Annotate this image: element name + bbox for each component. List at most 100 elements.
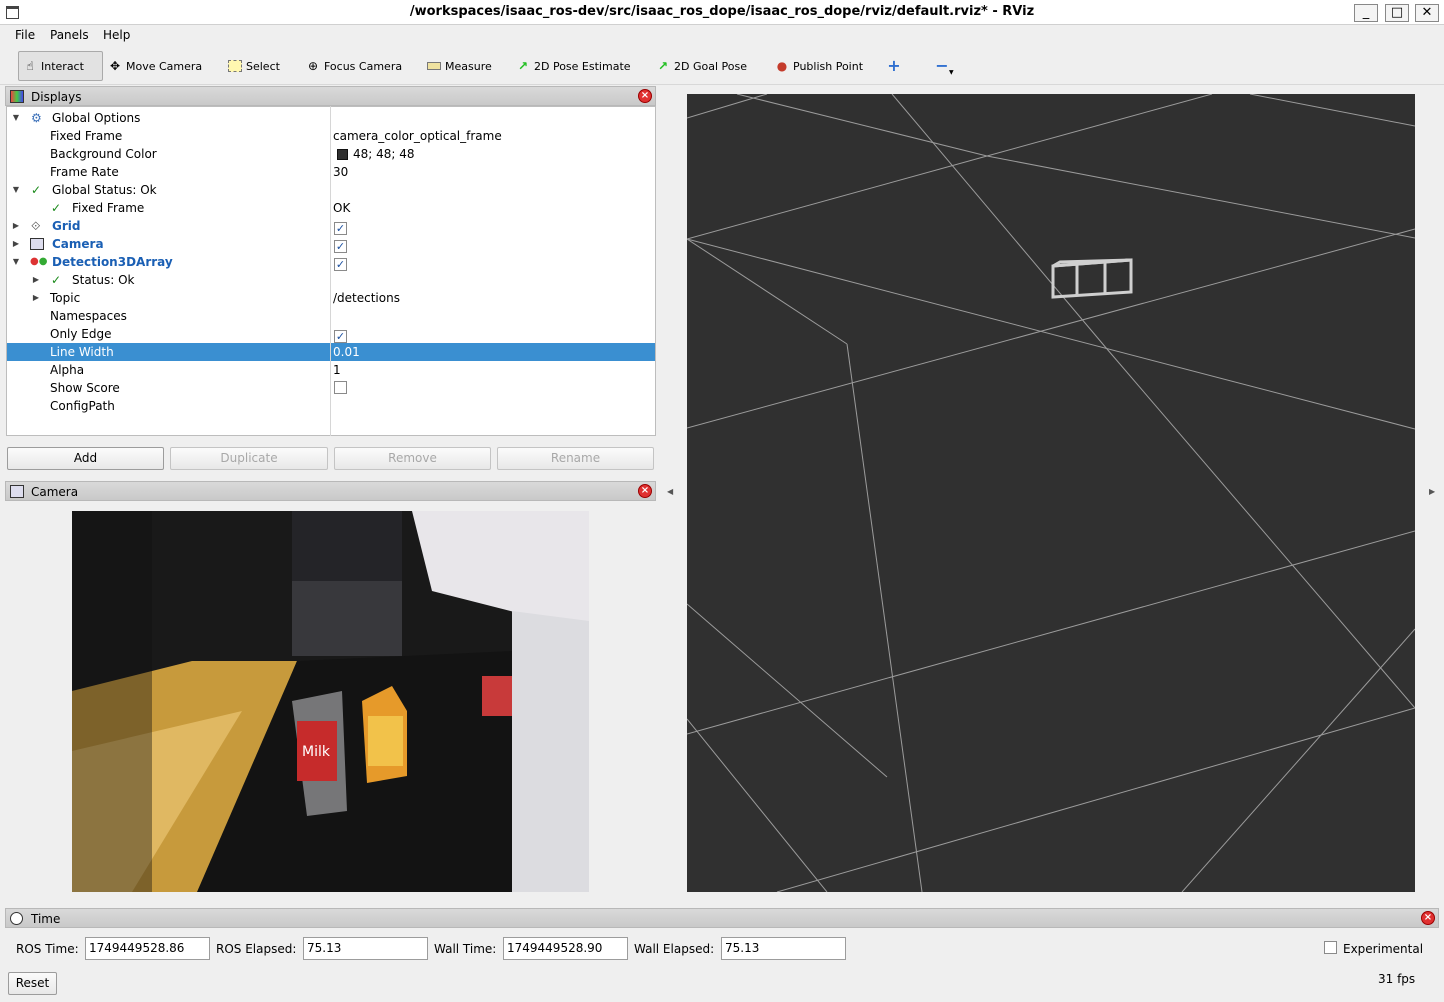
focus-camera-tool-button[interactable]: ⊕ Focus Camera bbox=[306, 51, 402, 81]
close-time-panel-icon[interactable]: × bbox=[1421, 911, 1435, 925]
render-3d-view[interactable] bbox=[687, 94, 1415, 892]
detection-enabled-checkbox[interactable]: ✓ bbox=[334, 258, 347, 271]
collapsed-arrow-icon[interactable]: ▶ bbox=[11, 217, 21, 235]
camera-icon bbox=[10, 485, 24, 498]
fixed-frame-value[interactable]: camera_color_optical_frame bbox=[333, 127, 502, 145]
camera-panel-header: Camera × bbox=[5, 481, 656, 501]
right-collapse-arrow-icon[interactable]: ▶ bbox=[1429, 487, 1435, 496]
tree-row-fixed-frame[interactable]: Fixed Frame camera_color_optical_frame bbox=[7, 127, 655, 145]
row-label: Only Edge bbox=[50, 327, 112, 341]
maximize-button[interactable]: □ bbox=[1385, 4, 1409, 22]
row-label: Detection3DArray bbox=[52, 255, 173, 269]
move-camera-tool-button[interactable]: ✥ Move Camera bbox=[108, 51, 202, 81]
camera-panel-title: Camera bbox=[31, 485, 79, 499]
tree-row-global-options[interactable]: ▼ ⚙ Global Options bbox=[7, 109, 655, 127]
duplicate-display-button[interactable]: Duplicate bbox=[170, 447, 328, 470]
frame-rate-value[interactable]: 30 bbox=[333, 163, 348, 181]
collapsed-arrow-icon[interactable]: ▶ bbox=[11, 235, 21, 253]
publish-point-tool-button[interactable]: ● Publish Point bbox=[775, 51, 863, 81]
wall-elapsed-label: Wall Elapsed: bbox=[634, 942, 715, 956]
menu-panels[interactable]: Panels bbox=[50, 28, 89, 42]
reset-button[interactable]: Reset bbox=[8, 972, 57, 995]
tree-row-camera[interactable]: ▶ Camera ✓ bbox=[7, 235, 655, 253]
detection-bounding-box bbox=[1051, 258, 1133, 299]
grid-enabled-checkbox[interactable]: ✓ bbox=[334, 222, 347, 235]
tree-row-show-score[interactable]: Show Score bbox=[7, 379, 655, 397]
tree-row-line-width[interactable]: Line Width 0.01 bbox=[7, 343, 655, 361]
add-tool-button[interactable]: + bbox=[887, 51, 901, 81]
minimize-button[interactable]: _ bbox=[1354, 4, 1378, 22]
grid-icon: ⟐ bbox=[31, 219, 41, 233]
tree-row-only-edge[interactable]: Only Edge ✓ bbox=[7, 325, 655, 343]
collapsed-arrow-icon[interactable]: ▶ bbox=[31, 271, 41, 289]
tree-row-status-fixed-frame[interactable]: ✓ Fixed Frame OK bbox=[7, 199, 655, 217]
add-display-button[interactable]: Add bbox=[7, 447, 164, 470]
grid-and-detection-view bbox=[687, 94, 1415, 892]
tree-row-frame-rate[interactable]: Frame Rate 30 bbox=[7, 163, 655, 181]
measure-tool-button[interactable]: Measure bbox=[427, 51, 492, 81]
show-score-checkbox[interactable] bbox=[334, 381, 347, 394]
color-swatch-icon[interactable] bbox=[337, 149, 348, 160]
tree-row-background-color[interactable]: Background Color 48; 48; 48 bbox=[7, 145, 655, 163]
tree-row-detection-status[interactable]: ▶ ✓ Status: Ok bbox=[7, 271, 655, 289]
close-camera-panel-icon[interactable]: × bbox=[638, 484, 652, 498]
time-panel-title: Time bbox=[31, 912, 61, 926]
line-width-value[interactable]: 0.01 bbox=[333, 343, 360, 361]
left-collapse-arrow-icon[interactable]: ◀ bbox=[667, 487, 673, 496]
expanded-arrow-icon[interactable]: ▼ bbox=[11, 181, 21, 199]
hand-pointer-icon: ☝ bbox=[26, 59, 34, 73]
crosshair-icon: ⊕ bbox=[307, 59, 319, 73]
ros-elapsed-field[interactable]: 75.13 bbox=[303, 937, 428, 960]
ros-time-field[interactable]: 1749449528.86 bbox=[85, 937, 210, 960]
interact-tool-button[interactable]: ☝ Interact bbox=[18, 51, 103, 81]
camera-icon bbox=[30, 238, 44, 250]
minus-icon: − bbox=[935, 56, 949, 75]
topic-value[interactable]: /detections bbox=[333, 289, 400, 307]
close-displays-panel-icon[interactable]: × bbox=[638, 89, 652, 103]
pose-estimate-tool-button[interactable]: ↗ 2D Pose Estimate bbox=[516, 51, 631, 81]
remove-tool-button[interactable]: − ▼ bbox=[935, 51, 958, 81]
expanded-arrow-icon[interactable]: ▼ bbox=[11, 253, 21, 271]
experimental-label: Experimental bbox=[1343, 942, 1424, 956]
row-label: Alpha bbox=[50, 363, 85, 377]
tree-row-detection3darray[interactable]: ▼ ●● Detection3DArray ✓ bbox=[7, 253, 655, 271]
only-edge-checkbox[interactable]: ✓ bbox=[334, 330, 347, 343]
displays-tree[interactable]: ▼ ⚙ Global Options Fixed Frame camera_co… bbox=[6, 106, 656, 436]
background-color-value[interactable]: 48; 48; 48 bbox=[353, 145, 415, 163]
expanded-arrow-icon[interactable]: ▼ bbox=[11, 109, 21, 127]
tree-row-namespaces[interactable]: Namespaces bbox=[7, 307, 655, 325]
clock-icon bbox=[10, 912, 23, 925]
displays-panel-title: Displays bbox=[31, 90, 82, 104]
tree-row-configpath[interactable]: ConfigPath bbox=[7, 397, 655, 415]
tree-row-grid[interactable]: ▶ ⟐ Grid ✓ bbox=[7, 217, 655, 235]
monitor-icon bbox=[10, 90, 24, 103]
experimental-checkbox[interactable] bbox=[1324, 941, 1337, 954]
row-label: Global Status: Ok bbox=[52, 183, 157, 197]
alpha-value[interactable]: 1 bbox=[333, 361, 341, 379]
goal-pose-tool-button[interactable]: ↗ 2D Goal Pose bbox=[656, 51, 747, 81]
menu-file[interactable]: File bbox=[15, 28, 35, 42]
map-pin-icon: ● bbox=[776, 59, 788, 73]
row-label: Camera bbox=[52, 237, 104, 251]
displays-panel-header: Displays × bbox=[5, 86, 656, 106]
wall-time-field[interactable]: 1749449528.90 bbox=[503, 937, 628, 960]
move-camera-label: Move Camera bbox=[126, 59, 203, 73]
close-window-button[interactable]: ✕ bbox=[1415, 4, 1439, 22]
chevron-down-icon[interactable]: ▼ bbox=[949, 69, 954, 76]
row-label: Grid bbox=[52, 219, 81, 233]
camera-enabled-checkbox[interactable]: ✓ bbox=[334, 240, 347, 253]
tree-row-topic[interactable]: ▶ Topic /detections bbox=[7, 289, 655, 307]
collapsed-arrow-icon[interactable]: ▶ bbox=[31, 289, 41, 307]
select-tool-button[interactable]: Select bbox=[228, 51, 280, 81]
status-value: OK bbox=[333, 201, 351, 215]
row-label: Fixed Frame bbox=[50, 129, 123, 143]
wall-elapsed-field[interactable]: 75.13 bbox=[721, 937, 846, 960]
remove-display-button[interactable]: Remove bbox=[334, 447, 491, 470]
tree-row-alpha[interactable]: Alpha 1 bbox=[7, 361, 655, 379]
pose-estimate-label: 2D Pose Estimate bbox=[534, 59, 631, 73]
tree-row-global-status[interactable]: ▼ ✓ Global Status: Ok bbox=[7, 181, 655, 199]
interact-label: Interact bbox=[41, 59, 84, 73]
menu-help[interactable]: Help bbox=[103, 28, 130, 42]
column-separator[interactable] bbox=[330, 106, 331, 436]
rename-display-button[interactable]: Rename bbox=[497, 447, 654, 470]
